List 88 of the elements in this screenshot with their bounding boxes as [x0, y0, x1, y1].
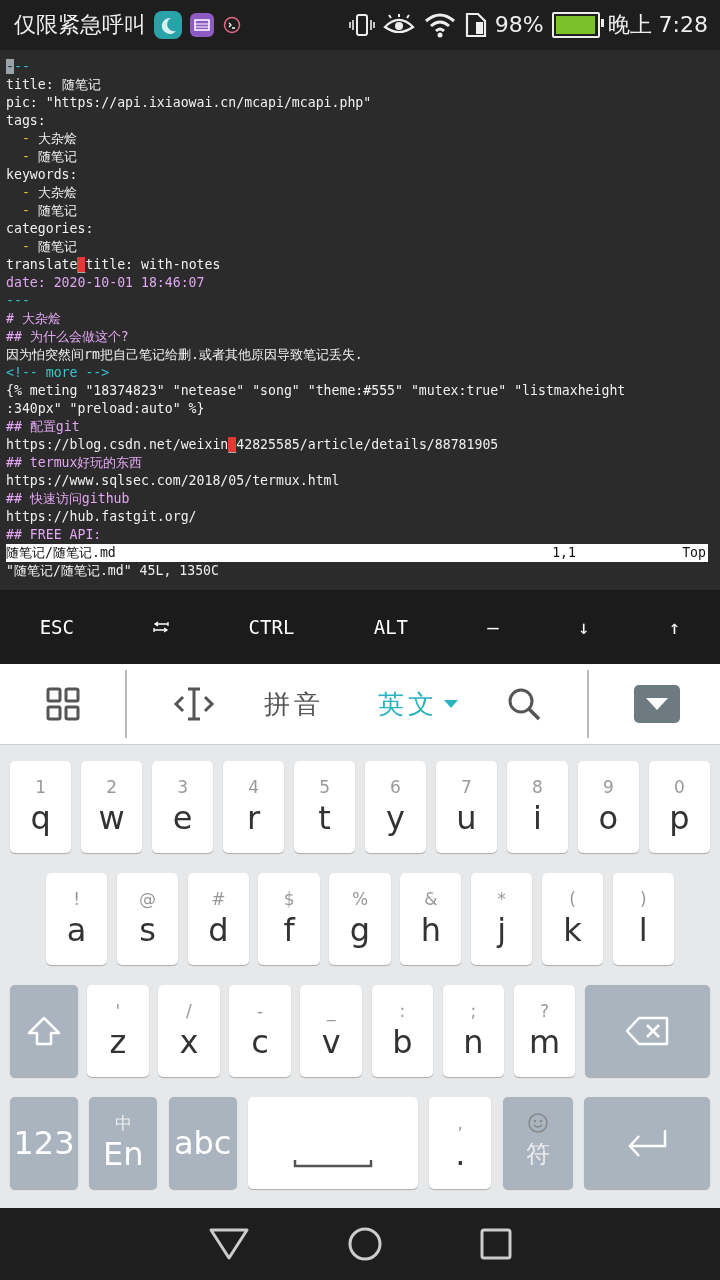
key[interactable]: 6 y	[364, 761, 427, 854]
vim-message: "随笔记/随笔记.md" 45L, 1350C	[6, 561, 219, 580]
code-line: tags:	[6, 111, 46, 130]
code-line: ---	[6, 57, 30, 76]
clock-time: 晚上 7:28	[607, 10, 708, 39]
code-line: https://www.sqlsec.com/2018/05/termux.html	[6, 471, 340, 490]
code-line: - 随笔记	[20, 237, 77, 256]
space-icon	[293, 1158, 373, 1168]
key[interactable]: 0 p	[648, 761, 711, 854]
key[interactable]: @ s	[116, 873, 179, 966]
key[interactable]: 1 q	[10, 761, 72, 854]
extra-key[interactable]: ALT	[367, 608, 414, 646]
code-line: https://hub.fastgit.org/	[6, 507, 197, 526]
terminal-app-icon	[222, 14, 242, 35]
code-line: # 大杂烩	[6, 309, 61, 328]
extra-key[interactable]: —	[481, 608, 505, 646]
moon-app-icon	[154, 10, 182, 39]
hide-keyboard-button[interactable]	[633, 685, 680, 724]
extra-key[interactable]: CTRL	[242, 608, 301, 646]
key[interactable]: ' z	[87, 985, 149, 1078]
code-line: - 大杂烩	[20, 183, 77, 202]
search-icon[interactable]	[507, 687, 542, 722]
key[interactable]: * j	[470, 873, 533, 966]
key[interactable]: 4 r	[222, 761, 285, 854]
code-line: ## 配置git	[6, 417, 80, 436]
recents-icon[interactable]	[479, 1228, 512, 1260]
key[interactable]: & h	[400, 873, 462, 966]
key[interactable]: - c	[229, 985, 291, 1078]
code-line: categories:	[6, 219, 94, 238]
key[interactable]: ) l	[612, 873, 674, 966]
code-line: {% meting "18374823" "netease" "song" "theme:#555" "mutex:true" "listmaxheight	[6, 381, 626, 400]
caret-icon	[645, 698, 668, 711]
code-line: keywords:	[6, 165, 78, 184]
key[interactable]: ? m	[513, 985, 576, 1078]
back-icon[interactable]	[208, 1227, 251, 1261]
code-line: ## FREE API:	[6, 525, 102, 544]
code-line: ## termux好玩的东西	[6, 453, 143, 472]
sim-card-icon	[464, 11, 487, 38]
key[interactable]: ( k	[541, 873, 604, 966]
key[interactable]: % g	[329, 873, 391, 966]
code-line: 因为怕突然间rm把自己笔记给删.或者其他原因导致笔记丢失.	[6, 345, 363, 364]
home-icon[interactable]	[347, 1226, 383, 1262]
key[interactable]: $ f	[258, 873, 320, 966]
key[interactable]: , .	[429, 1097, 492, 1190]
code-line: - 随笔记	[20, 201, 77, 220]
shift-icon	[26, 1016, 61, 1047]
key[interactable]: / x	[158, 985, 220, 1078]
key[interactable]: 8 i	[506, 761, 569, 854]
code-line: date: 2020-10-01 18:46:07	[6, 273, 205, 292]
key[interactable]: 3 e	[151, 761, 214, 854]
code-line: ## 为什么会做这个?	[6, 327, 129, 346]
key[interactable]: 9 o	[577, 761, 640, 854]
key[interactable]: 7 u	[435, 761, 498, 854]
grid-icon[interactable]	[46, 687, 80, 722]
key[interactable]: # d	[187, 873, 249, 966]
code-line: title: 随笔记	[6, 75, 101, 94]
cursor-position: 1,1	[552, 543, 577, 562]
extra-key[interactable]: ↑	[662, 608, 687, 646]
extra-key[interactable]: ESC	[33, 608, 80, 646]
code-line: ## 快速访问github	[6, 489, 130, 508]
extra-key[interactable]: ↓	[572, 608, 596, 646]
key[interactable]: ! a	[46, 873, 108, 966]
code-line: ---	[6, 291, 30, 310]
code-line: - 随笔记	[20, 147, 77, 166]
scroll-position: Top	[682, 543, 706, 562]
code-line: - 大杂烩	[20, 129, 77, 148]
caret-icon	[443, 700, 458, 709]
battery-percent: 98%	[494, 12, 544, 38]
code-line: <!-- more -->	[6, 363, 110, 382]
input-mode-tab[interactable]: 拼音	[260, 682, 329, 726]
vibrate-icon	[348, 11, 375, 38]
tab-arrows-icon	[153, 621, 170, 633]
key[interactable]: 5 t	[293, 761, 356, 854]
wifi-icon	[422, 11, 457, 38]
code-line: pic: "https://api.ixiaowai.cn/mcapi/mcapi.php"	[6, 93, 372, 112]
eye-icon	[382, 13, 415, 36]
key[interactable]: _ v	[300, 985, 362, 1078]
file-path: 随笔记/随笔记.md	[6, 543, 117, 562]
code-line: translate_title: with-notes	[6, 255, 221, 274]
backspace-icon	[625, 1016, 670, 1047]
smiley-icon	[526, 1112, 549, 1135]
code-line: :340px" "preload:auto" %}	[6, 399, 205, 418]
key[interactable]: ; n	[442, 985, 505, 1078]
key[interactable]: : b	[371, 985, 434, 1078]
key[interactable]: 2 w	[80, 761, 143, 854]
list-app-icon	[190, 12, 214, 37]
text-cursor-icon[interactable]	[172, 687, 215, 722]
carrier-text: 仅限紧急呼叫	[14, 10, 146, 39]
